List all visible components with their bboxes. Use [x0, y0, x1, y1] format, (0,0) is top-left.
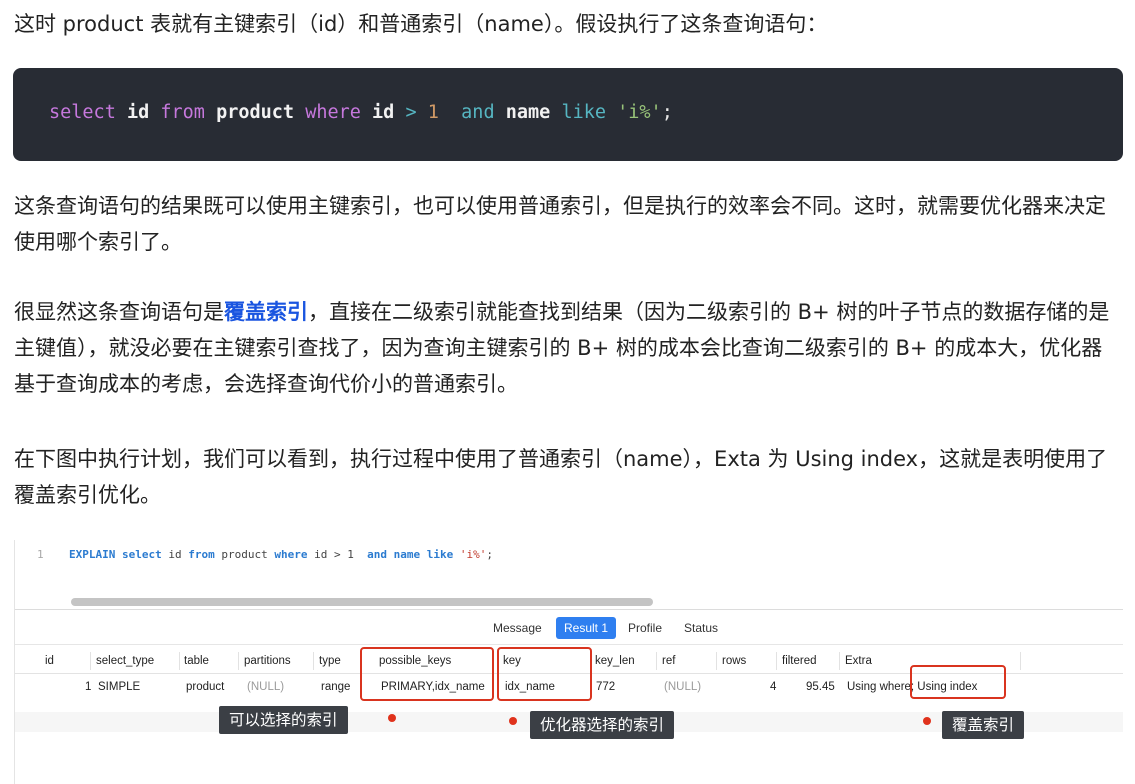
code-keyword-like: like [561, 102, 606, 123]
code-keyword-select: select [49, 102, 116, 123]
editor-semicolon: ; [486, 548, 493, 561]
sql-query: select id from product where id > 1 and … [49, 102, 673, 123]
code-column-id: id [126, 102, 150, 123]
column-header-filtered[interactable]: filtered [782, 648, 817, 674]
code-column-id-cond: id [372, 102, 395, 123]
code-number: 1 [427, 102, 439, 123]
annotation-dot [923, 717, 931, 725]
result-tabs: Message Result 1 Profile Status [15, 614, 1123, 642]
code-operator-gt: > [405, 102, 417, 123]
code-keyword-and: and [461, 102, 495, 123]
column-separator [313, 652, 314, 670]
tab-profile[interactable]: Profile [620, 617, 670, 639]
column-header-id[interactable]: id [45, 648, 54, 674]
column-header-key-len[interactable]: key_len [595, 648, 635, 674]
editor-keyword-like: like [426, 548, 454, 561]
line-number: 1 [37, 548, 44, 561]
annotation-dot [388, 714, 396, 722]
paragraph-intro: 这时 product 表就有主键索引（id）和普通索引（name）。假设执行了这… [14, 12, 828, 36]
paragraph-text: 很显然这条查询语句是 [14, 300, 224, 324]
cell-select-type[interactable]: SIMPLE [98, 674, 140, 700]
column-header-partitions[interactable]: partitions [244, 648, 291, 674]
covering-index-link[interactable]: 覆盖索引 [224, 300, 308, 324]
column-separator [656, 652, 657, 670]
code-semicolon: ; [661, 102, 673, 123]
highlight-extra [910, 665, 1006, 699]
cell-type[interactable]: range [321, 674, 350, 700]
highlight-key [497, 647, 592, 701]
editor-string: 'i%' [459, 548, 487, 561]
column-separator [776, 652, 777, 670]
code-keyword-where: where [305, 102, 361, 123]
annotation-possible-keys: 可以选择的索引 [219, 706, 348, 734]
editor-keyword-from: from [188, 548, 215, 561]
column-header-type[interactable]: type [319, 648, 341, 674]
column-separator [1020, 652, 1021, 670]
editor-column-id: id [168, 548, 182, 561]
editor-keyword-select: select [121, 548, 162, 561]
cell-filtered[interactable]: 95.45 [806, 674, 835, 700]
column-header-extra[interactable]: Extra [845, 648, 872, 674]
editor-keyword-explain: EXPLAIN [69, 548, 116, 561]
annotation-key: 优化器选择的索引 [530, 711, 675, 739]
column-header-table[interactable]: table [184, 648, 209, 674]
cell-id[interactable]: 1 [85, 674, 91, 700]
cell-key-len[interactable]: 772 [596, 674, 615, 700]
cell-table[interactable]: product [186, 674, 224, 700]
code-column-name: name [505, 102, 551, 123]
column-separator [90, 652, 91, 670]
tab-status[interactable]: Status [676, 617, 726, 639]
column-separator [238, 652, 239, 670]
code-table-name: product [216, 102, 295, 123]
horizontal-scrollbar[interactable] [71, 598, 653, 606]
column-separator [179, 652, 180, 670]
editor-sql: EXPLAIN select id from product where id … [69, 548, 493, 561]
column-header-rows[interactable]: rows [722, 648, 746, 674]
editor-condition: id > 1 [314, 548, 354, 561]
code-keyword-from: from [160, 102, 205, 123]
sql-editor[interactable]: 1 EXPLAIN select id from product where i… [15, 540, 1123, 610]
tab-result-1[interactable]: Result 1 [556, 617, 617, 639]
column-separator [839, 652, 840, 670]
annotation-dot [509, 717, 517, 725]
editor-table: product [221, 548, 268, 561]
column-header-ref[interactable]: ref [662, 648, 675, 674]
column-separator [716, 652, 717, 670]
column-header-select-type[interactable]: select_type [96, 648, 154, 674]
editor-column-name: name [393, 548, 421, 561]
paragraph-optimizer: 这条查询语句的结果既可以使用主键索引，也可以使用普通索引，但是执行的效率会不同。… [14, 194, 1106, 254]
paragraph-explain-plan: 在下图中执行计划，我们可以看到，执行过程中使用了普通索引（name），Exta … [14, 447, 1108, 507]
paragraph-covering-index: 很显然这条查询语句是覆盖索引，直接在二级索引就能查找到结果（因为二级索引的 B+… [14, 294, 1119, 402]
code-string: 'i%' [617, 102, 662, 123]
tab-divider [15, 644, 1123, 645]
cell-partitions[interactable]: (NULL) [247, 674, 284, 700]
editor-divider [15, 609, 1123, 610]
explain-screenshot: 1 EXPLAIN select id from product where i… [14, 540, 1123, 784]
code-block: select id from product where id > 1 and … [13, 68, 1123, 161]
tab-message[interactable]: Message [485, 617, 550, 639]
editor-keyword-and: and [367, 548, 387, 561]
cell-rows[interactable]: 4 [770, 674, 776, 700]
annotation-extra: 覆盖索引 [942, 711, 1025, 739]
cell-ref[interactable]: (NULL) [664, 674, 701, 700]
editor-keyword-where: where [274, 548, 308, 561]
highlight-possible-keys [360, 647, 494, 701]
